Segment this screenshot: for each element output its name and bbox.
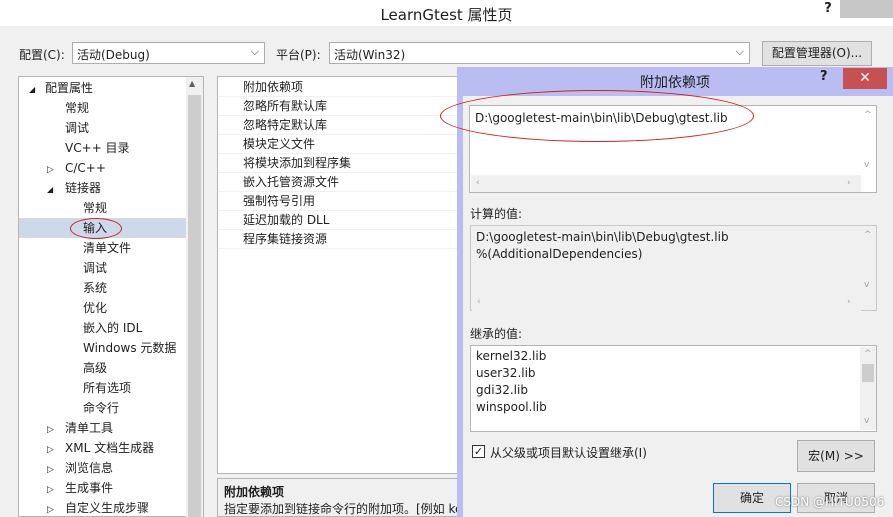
tree-item-build-events[interactable]: ▷ 生成事件: [47, 478, 113, 498]
scroll-left-icon[interactable]: ‹: [476, 178, 480, 188]
tree-item-vc-dirs[interactable]: VC++ 目录: [65, 138, 130, 158]
inherited-line: kernel32.lib: [476, 349, 547, 363]
tree-item-linker-general[interactable]: 常规: [83, 198, 107, 218]
grid-row[interactable]: 延迟加载的 DLL: [218, 211, 461, 230]
tree-item-linker-debugging[interactable]: 调试: [83, 258, 107, 278]
tree-item-debugging[interactable]: 调试: [65, 118, 89, 138]
tree-item-custom-build-step[interactable]: ▷ 自定义生成步骤: [47, 498, 149, 516]
scroll-left-icon[interactable]: ‹: [477, 297, 481, 307]
expander-icon[interactable]: ▷: [47, 460, 65, 480]
edit-hscrollbar[interactable]: ‹ ›: [471, 175, 861, 192]
expander-icon[interactable]: ◢: [47, 180, 65, 200]
tree-item-linker[interactable]: ◢ 链接器: [47, 178, 101, 198]
tree-item-windows-metadata[interactable]: Windows 元数据: [83, 338, 176, 358]
expander-icon[interactable]: ▷: [47, 420, 65, 440]
inherited-line: user32.lib: [476, 366, 536, 380]
help-icon[interactable]: ?: [818, 0, 838, 20]
platform-label: 平台(P):: [276, 48, 321, 62]
tree-scrollbar-thumb[interactable]: [188, 95, 201, 517]
config-combobox[interactable]: 活动(Debug) ⌵: [72, 42, 265, 64]
grid-row[interactable]: 嵌入托管资源文件: [218, 173, 461, 192]
config-manager-button[interactable]: 配置管理器(O)...: [762, 41, 872, 66]
description-panel: 附加依赖项 指定要添加到链接命令行的附加项。[例如 ke: [217, 478, 462, 517]
window-title: LearnGtest 属性页: [380, 6, 513, 24]
inherit-checkbox-label[interactable]: 从父级或项目默认设置继承(I): [490, 444, 647, 461]
computed-line: %(AdditionalDependencies): [476, 247, 643, 261]
tree-item-config-props[interactable]: ◢ 配置属性: [29, 78, 93, 98]
property-tree[interactable]: ◢ 配置属性 常规 调试 VC++ 目录 ▷ C/C++ ◢ 链接器 常规 输入 清单…: [18, 76, 204, 517]
grid-row[interactable]: 模块定义文件: [218, 135, 461, 154]
tree-item-embedded-idl[interactable]: 嵌入的 IDL: [83, 318, 142, 338]
description-text: 指定要添加到链接命令行的附加项。[例如 ke: [224, 502, 462, 516]
chevron-down-icon: ⌵: [735, 45, 744, 58]
computed-values-box: D:\googletest-main\bin\lib\Debug\gtest.l…: [470, 225, 877, 311]
tree-item-advanced[interactable]: 高级: [83, 358, 107, 378]
config-label: 配置(C):: [19, 48, 65, 62]
inherit-checkbox[interactable]: ✓: [472, 445, 485, 458]
tree-item-optimization[interactable]: 优化: [83, 298, 107, 318]
scroll-right-icon[interactable]: ›: [847, 297, 851, 307]
inherited-values-list: kernel32.lib user32.lib gdi32.lib winspo…: [470, 345, 877, 432]
computed-hscrollbar[interactable]: ‹ ›: [472, 294, 861, 311]
tree-item-cpp[interactable]: ▷ C/C++: [47, 158, 106, 178]
chevron-down-icon: ⌵: [250, 45, 259, 58]
tree-item-browse-info[interactable]: ▷ 浏览信息: [47, 458, 113, 478]
macros-button[interactable]: 宏(M) >>: [797, 440, 875, 472]
inherited-line: gdi32.lib: [476, 383, 528, 397]
grid-row[interactable]: 忽略所有默认库: [218, 97, 461, 116]
grid-row[interactable]: 强制符号引用: [218, 192, 461, 211]
description-title: 附加依赖项: [224, 485, 285, 499]
computed-line: D:\googletest-main\bin\lib\Debug\gtest.l…: [476, 230, 729, 244]
expander-icon[interactable]: ▷: [47, 440, 65, 460]
inherited-vscrollbar[interactable]: ^ v: [860, 347, 876, 430]
watermark: CSDN @HITU0506: [775, 495, 885, 509]
close-button[interactable]: [840, 0, 893, 18]
expander-icon[interactable]: ▷: [47, 500, 65, 516]
expander-icon[interactable]: ◢: [29, 80, 45, 100]
scroll-right-icon[interactable]: ›: [847, 178, 851, 188]
scroll-up-icon[interactable]: ^: [864, 110, 872, 120]
expander-icon[interactable]: ▷: [47, 160, 65, 180]
grid-row[interactable]: 将模块添加到程序集: [218, 154, 461, 173]
grid-row[interactable]: 附加依赖项: [218, 78, 461, 97]
scroll-down-icon[interactable]: v: [864, 416, 869, 426]
inherited-line: winspool.lib: [476, 400, 547, 414]
dialog-close-button[interactable]: ✕: [843, 68, 887, 89]
scroll-up-icon[interactable]: ^: [864, 230, 872, 240]
computed-values-label: 计算的值:: [470, 207, 523, 221]
tree-item-xml-doc-generator[interactable]: ▷ XML 文档生成器: [47, 438, 154, 458]
tree-item-manifest-tool[interactable]: ▷ 清单工具: [47, 418, 113, 438]
expander-icon[interactable]: ▷: [47, 480, 65, 500]
platform-value: 活动(Win32): [334, 48, 406, 62]
tree-item-manifest-file[interactable]: 清单文件: [83, 238, 131, 258]
scroll-down-icon[interactable]: v: [864, 280, 869, 290]
platform-combobox[interactable]: 活动(Win32) ⌵: [329, 42, 750, 64]
dialog-help-icon[interactable]: ?: [820, 69, 836, 84]
tree-item-system[interactable]: 系统: [83, 278, 107, 298]
grid-row[interactable]: 忽略特定默认库: [218, 116, 461, 135]
annotation-ellipse: [440, 90, 754, 142]
config-value: 活动(Debug): [77, 48, 150, 62]
tree-item-general[interactable]: 常规: [65, 98, 89, 118]
tree-item-command-line[interactable]: 命令行: [83, 398, 119, 418]
tree-item-all-options[interactable]: 所有选项: [83, 378, 131, 398]
inherited-scrollbar-thumb[interactable]: [862, 364, 874, 382]
grid-row[interactable]: 程序集链接资源: [218, 230, 461, 249]
scroll-up-icon[interactable]: ^: [864, 349, 872, 359]
scroll-down-icon[interactable]: v: [864, 160, 869, 170]
annotation-circle: [70, 218, 122, 239]
inherited-values-label: 继承的值:: [470, 327, 523, 341]
property-grid[interactable]: 附加依赖项 忽略所有默认库 忽略特定默认库 模块定义文件 将模块添加到程序集 嵌…: [217, 76, 462, 474]
scroll-up-icon[interactable]: ▲: [189, 79, 195, 88]
